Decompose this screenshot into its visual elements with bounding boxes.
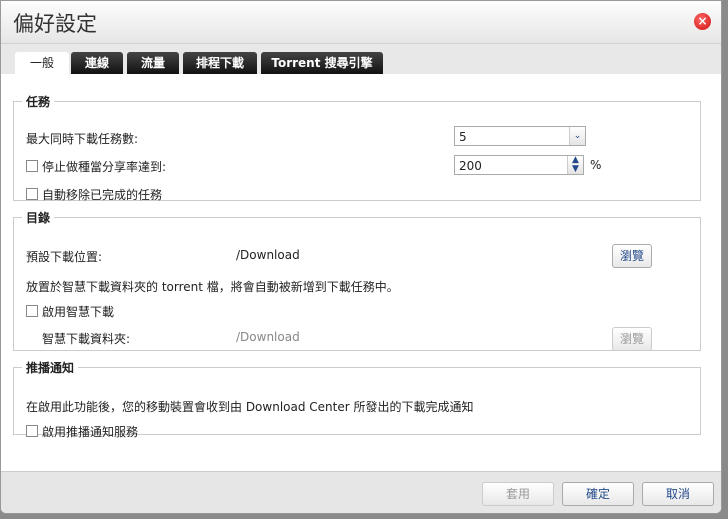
smart-download-label: 啟用智慧下載 xyxy=(42,305,115,319)
ratio-input[interactable]: 200 ▲ ▼ xyxy=(454,155,584,175)
ratio-value: 200 xyxy=(459,159,482,173)
apply-button[interactable]: 套用 xyxy=(482,482,554,506)
spinner-icon[interactable]: ▲ ▼ xyxy=(567,156,583,174)
browse-button[interactable]: 瀏覽 xyxy=(612,244,652,268)
directory-legend: 目錄 xyxy=(26,211,51,225)
default-location-path: /Download xyxy=(236,248,300,262)
stop-seeding-checkbox[interactable] xyxy=(26,160,38,172)
max-tasks-label: 最大同時下載任務數: xyxy=(26,132,139,146)
tab-schedule[interactable]: 排程下載 xyxy=(183,52,257,74)
smart-folder-label: 智慧下載資料夾: xyxy=(42,332,131,346)
title-bar: 偏好設定 × xyxy=(1,1,721,44)
push-enable-label: 啟用推播通知服務 xyxy=(42,425,139,439)
task-legend: 任務 xyxy=(26,95,51,109)
directory-section: 目錄 預設下載位置: /Download 瀏覽 放置於智慧下載資料夾的 torr… xyxy=(13,209,701,351)
dialog-footer: 套用 確定 取消 xyxy=(1,471,721,513)
push-enable-checkbox[interactable] xyxy=(26,425,38,437)
chevron-down-icon[interactable]: ⌄ xyxy=(569,127,585,145)
browse-smart-button[interactable]: 瀏覽 xyxy=(612,327,652,351)
tab-bar: 一般 連線 流量 排程下載 Torrent 搜尋引擎 xyxy=(1,44,721,74)
stop-seeding-label: 停止做種當分享率達到: xyxy=(42,160,167,174)
smart-download-row[interactable]: 啟用智慧下載 xyxy=(26,303,114,320)
push-note: 在啟用此功能後，您的移動裝置會收到由 Download Center 所發出的下… xyxy=(26,400,474,414)
max-tasks-value: 5 xyxy=(459,130,467,144)
ok-button[interactable]: 確定 xyxy=(562,482,634,506)
max-tasks-select[interactable]: 5 ⌄ xyxy=(454,126,586,146)
smart-download-note: 放置於智慧下載資料夾的 torrent 檔，將會自動被新增到下載任務中。 xyxy=(26,280,399,294)
preferences-dialog: 偏好設定 × 一般 連線 流量 排程下載 Torrent 搜尋引擎 任務 最大同… xyxy=(0,0,722,514)
tab-connection[interactable]: 連線 xyxy=(71,52,123,74)
tab-general[interactable]: 一般 xyxy=(15,52,69,74)
default-location-label: 預設下載位置: xyxy=(26,250,103,264)
stop-seeding-row[interactable]: 停止做種當分享率達到: xyxy=(26,158,166,175)
cancel-button[interactable]: 取消 xyxy=(642,482,714,506)
percent-label: % xyxy=(590,158,602,172)
smart-download-checkbox[interactable] xyxy=(26,305,38,317)
tab-bandwidth[interactable]: 流量 xyxy=(127,52,179,74)
push-enable-row[interactable]: 啟用推播通知服務 xyxy=(26,423,138,440)
smart-folder-path: /Download xyxy=(236,330,300,344)
push-section: 推播通知 在啟用此功能後，您的移動裝置會收到由 Download Center … xyxy=(13,359,701,439)
dialog-title: 偏好設定 xyxy=(13,12,97,36)
auto-remove-label: 自動移除已完成的任務 xyxy=(42,188,163,202)
tab-torrent-search[interactable]: Torrent 搜尋引擎 xyxy=(261,52,383,74)
push-legend: 推播通知 xyxy=(26,361,75,375)
auto-remove-row[interactable]: 自動移除已完成的任務 xyxy=(26,186,162,203)
auto-remove-checkbox[interactable] xyxy=(26,188,38,200)
task-section: 任務 最大同時下載任務數: 5 ⌄ 停止做種當分享率達到: 200 ▲ ▼ % 自動移… xyxy=(13,93,701,203)
close-icon[interactable]: × xyxy=(694,13,711,30)
